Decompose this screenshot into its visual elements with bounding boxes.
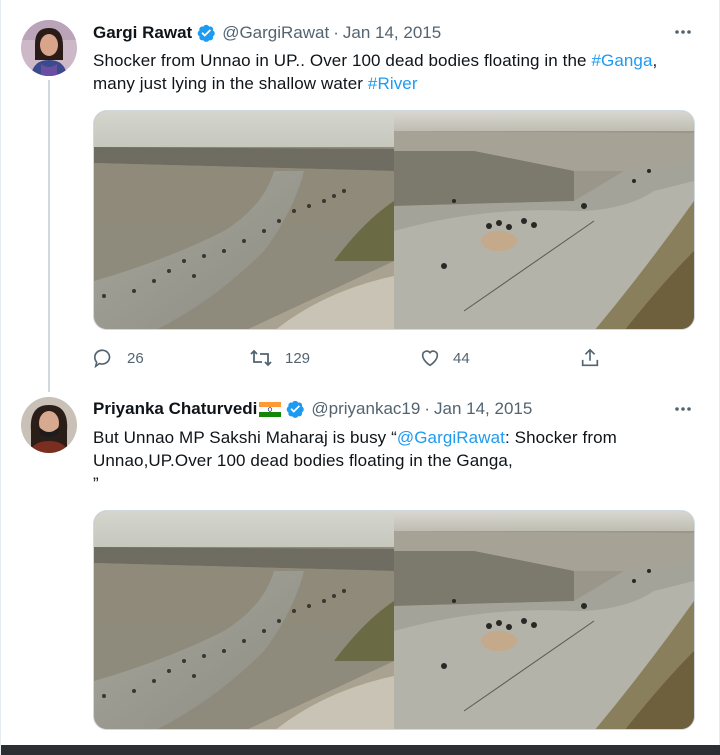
tweet-date[interactable]: Jan 14, 2015 bbox=[434, 399, 532, 419]
author-handle[interactable]: @priyankac19 bbox=[311, 399, 420, 419]
tweet-header: Priyanka Chaturvedi @priyankac19 · Jan 1… bbox=[93, 397, 532, 421]
tweet-text-line3: ” bbox=[93, 474, 99, 493]
hashtag-river[interactable]: #River bbox=[368, 74, 418, 93]
media-photo-left[interactable] bbox=[94, 111, 394, 329]
tweet-gargi-rawat[interactable]: Gargi Rawat @GargiRawat · Jan 14, 2015 S… bbox=[1, 0, 720, 392]
reply-button[interactable]: 26 bbox=[93, 346, 144, 370]
reply-count: 26 bbox=[127, 349, 144, 367]
tweet-text-line2: Unnao,UP.Over 100 dead bodies floating i… bbox=[93, 451, 513, 470]
india-flag-icon bbox=[259, 401, 282, 417]
tweet-actions: 26 129 44 bbox=[93, 346, 613, 370]
verified-badge-icon bbox=[196, 23, 216, 43]
author-name[interactable]: Priyanka Chaturvedi bbox=[93, 399, 257, 419]
heart-icon bbox=[421, 350, 439, 367]
hashtag-trailing-comma: , bbox=[652, 51, 658, 70]
retweet-button[interactable]: 129 bbox=[249, 346, 310, 370]
tweet-priyanka-chaturvedi[interactable]: Priyanka Chaturvedi @priyankac19 · Jan 1… bbox=[1, 385, 720, 745]
share-icon bbox=[581, 348, 599, 367]
verified-badge-icon bbox=[285, 399, 305, 419]
tweet-text: Shocker from Unnao in UP.. Over 100 dead… bbox=[93, 49, 693, 95]
reply-icon bbox=[94, 349, 111, 369]
like-count: 44 bbox=[453, 349, 470, 367]
tweet-header: Gargi Rawat @GargiRawat · Jan 14, 2015 bbox=[93, 21, 441, 45]
media-photo-right[interactable] bbox=[394, 511, 694, 729]
bottom-bar bbox=[1, 745, 720, 755]
separator-dot: · bbox=[424, 399, 431, 418]
mention-gargirawat[interactable]: @GargiRawat bbox=[397, 428, 505, 447]
like-button[interactable]: 44 bbox=[419, 346, 470, 370]
more-options-icon[interactable] bbox=[673, 22, 693, 42]
tweet-media-gallery bbox=[93, 110, 695, 330]
media-photo-left[interactable] bbox=[94, 511, 394, 729]
woman-avatar-icon[interactable] bbox=[21, 20, 77, 76]
timeline-frame: Gargi Rawat @GargiRawat · Jan 14, 2015 S… bbox=[0, 0, 720, 755]
retweet-icon bbox=[250, 349, 272, 367]
tweet-date[interactable]: Jan 14, 2015 bbox=[343, 23, 441, 43]
retweet-count: 129 bbox=[285, 349, 311, 367]
tweet-text-line2: many just lying in the shallow water bbox=[93, 74, 368, 93]
share-button[interactable] bbox=[579, 346, 613, 370]
media-photo-right[interactable] bbox=[394, 111, 694, 329]
separator-dot: · bbox=[333, 23, 339, 42]
author-name[interactable]: Gargi Rawat bbox=[93, 23, 192, 43]
tweet-text-after-mention: : Shocker from bbox=[504, 428, 617, 447]
hashtag-ganga[interactable]: #Ganga bbox=[591, 51, 652, 70]
woman-masked-avatar-icon[interactable] bbox=[21, 397, 77, 453]
tweet-text: But Unnao MP Sakshi Maharaj is busy “@Ga… bbox=[93, 426, 693, 495]
tweet-text-prefix: But Unnao MP Sakshi Maharaj is busy “ bbox=[93, 428, 397, 447]
thread-connector-line bbox=[48, 80, 50, 392]
tweet-text-line1: Shocker from Unnao in UP.. Over 100 dead… bbox=[93, 51, 592, 70]
tweet-media-gallery bbox=[93, 510, 695, 730]
author-handle[interactable]: @GargiRawat bbox=[222, 23, 329, 43]
more-options-icon[interactable] bbox=[673, 399, 693, 419]
